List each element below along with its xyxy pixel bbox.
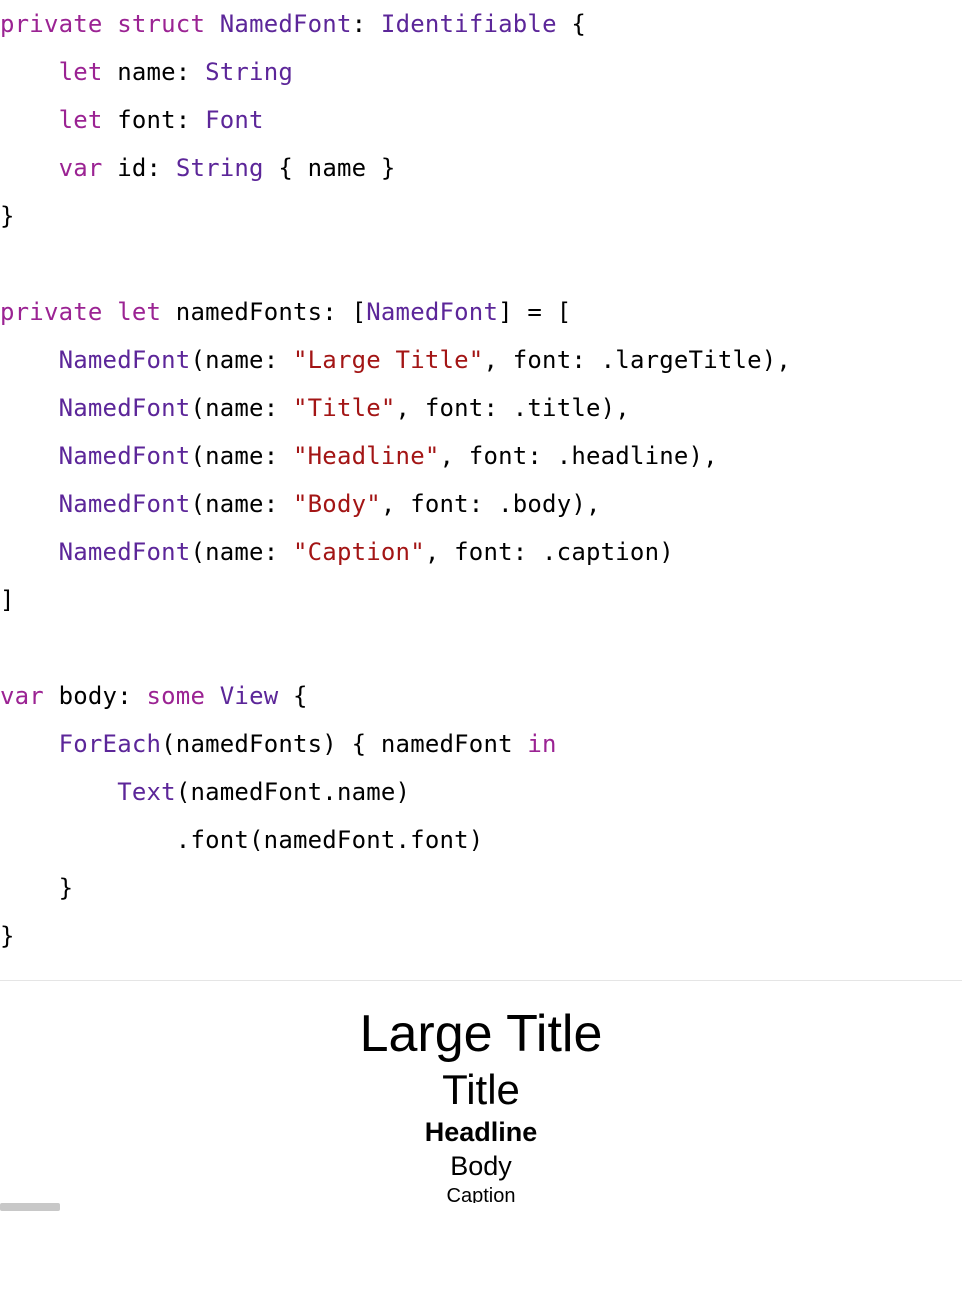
type-foreach: ForEach	[59, 730, 162, 758]
kw-private: private	[0, 298, 103, 326]
string-literal: "Body"	[293, 490, 381, 518]
string-literal: "Large Title"	[293, 346, 483, 374]
args: (namedFonts) { namedFont	[161, 730, 527, 758]
kw-private: private	[0, 10, 103, 38]
args: , font: .largeTitle),	[483, 346, 791, 374]
args: (namedFont.name)	[176, 778, 410, 806]
paren: (name:	[190, 442, 293, 470]
preview-headline: Headline	[0, 1115, 962, 1150]
indent	[0, 394, 59, 422]
type-namedfont: NamedFont	[59, 394, 191, 422]
kw-var: var	[59, 154, 103, 182]
string-literal: "Title"	[293, 394, 396, 422]
close-brace: }	[0, 874, 73, 902]
array-open: ] = [	[498, 298, 571, 326]
close-brace: }	[0, 202, 15, 230]
preview-title: Title	[0, 1065, 962, 1115]
indent	[0, 442, 59, 470]
prop-id: id:	[103, 154, 176, 182]
preview-body: Body	[0, 1150, 962, 1184]
type-text: Text	[117, 778, 176, 806]
close-brace: }	[0, 922, 15, 950]
args: , font: .headline),	[440, 442, 718, 470]
modifier: .font(namedFont.font)	[0, 826, 483, 854]
paren: (name:	[190, 538, 293, 566]
indent	[0, 346, 59, 374]
prop-font: font:	[103, 106, 206, 134]
string-literal: "Caption"	[293, 538, 425, 566]
preview-large-title: Large Title	[0, 1005, 962, 1065]
kw-let: let	[59, 58, 103, 86]
indent	[0, 106, 59, 134]
type-view: View	[220, 682, 279, 710]
computed-body: { name }	[264, 154, 396, 182]
brace: {	[557, 10, 586, 38]
indent	[0, 730, 59, 758]
type-namedfont: NamedFont	[59, 346, 191, 374]
type-namedfont: NamedFont	[220, 10, 352, 38]
brace: {	[278, 682, 307, 710]
horizontal-scrollbar[interactable]	[0, 1203, 962, 1211]
paren: (name:	[190, 394, 293, 422]
var-namedfonts: namedFonts: [	[161, 298, 366, 326]
kw-some: some	[147, 682, 206, 710]
indent	[0, 538, 59, 566]
args: , font: .caption)	[425, 538, 674, 566]
type-string: String	[176, 154, 264, 182]
prop-name: name:	[103, 58, 206, 86]
type-namedfont: NamedFont	[366, 298, 498, 326]
preview-pane: Large Title Title Headline Body Caption	[0, 981, 962, 1208]
type-namedfont: NamedFont	[59, 538, 191, 566]
indent	[0, 58, 59, 86]
indent	[0, 778, 117, 806]
type-namedfont: NamedFont	[59, 442, 191, 470]
code-block: private struct NamedFont: Identifiable {…	[0, 0, 962, 980]
paren: (name:	[190, 490, 293, 518]
args: , font: .title),	[396, 394, 630, 422]
type-identifiable: Identifiable	[381, 10, 557, 38]
type-font: Font	[205, 106, 264, 134]
kw-var: var	[0, 682, 44, 710]
indent	[0, 154, 59, 182]
array-close: ]	[0, 586, 15, 614]
kw-let: let	[59, 106, 103, 134]
type-string: String	[205, 58, 293, 86]
prop-body: body:	[44, 682, 147, 710]
colon: :	[352, 10, 367, 38]
kw-in: in	[527, 730, 556, 758]
paren: (name:	[190, 346, 293, 374]
indent	[0, 490, 59, 518]
kw-let: let	[117, 298, 161, 326]
args: , font: .body),	[381, 490, 601, 518]
string-literal: "Headline"	[293, 442, 440, 470]
scrollbar-thumb[interactable]	[0, 1203, 60, 1211]
type-namedfont: NamedFont	[59, 490, 191, 518]
kw-struct: struct	[117, 10, 205, 38]
